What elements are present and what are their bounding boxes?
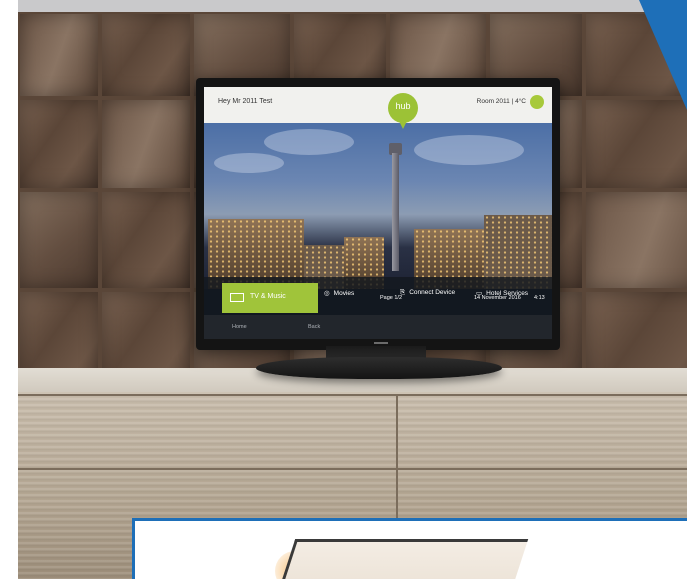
room-info: Room 2011 | 4°C [476, 98, 526, 105]
tv-brand-logo [374, 342, 388, 344]
back-button[interactable]: Back [308, 324, 320, 330]
inset-preview [132, 518, 687, 579]
wall-panel [20, 192, 98, 288]
menu-label: Connect Device [409, 289, 456, 296]
wall-panel [102, 14, 190, 96]
hub-logo: hub [388, 93, 418, 123]
menu-item-connect-device[interactable]: ⎘ Connect Device [400, 289, 455, 297]
cloud [414, 135, 524, 165]
left-margin [0, 0, 18, 579]
home-button[interactable]: Home [232, 324, 247, 330]
menu-item-movies[interactable]: ◎ Movies [324, 289, 354, 297]
tv: Hey Mr 2011 Test Room 2011 | 4°C hub ◎ Mo… [196, 78, 560, 350]
inset-device [274, 539, 529, 579]
top-band [0, 0, 687, 12]
column-monument [392, 153, 399, 271]
wall-panel [102, 192, 190, 288]
cabinet-drawer-line [18, 468, 687, 470]
tv-footer: Home Back Page 1/2 14 November 2016 4:13 [204, 295, 552, 339]
tv-icon [230, 293, 244, 302]
movie-reel-icon: ◎ [324, 290, 330, 297]
wall-panel [20, 100, 98, 188]
tv-stand-base [256, 357, 502, 379]
wall-panel [586, 192, 687, 288]
menu-label: Movies [333, 290, 355, 297]
cabinet-edge [18, 394, 687, 396]
time-label: 4:13 [534, 295, 545, 301]
wall-panel [20, 14, 98, 96]
greeting-text: Hey Mr 2011 Test [218, 98, 273, 105]
wall-panel [586, 100, 687, 188]
date-label: 14 November 2016 [474, 295, 521, 301]
tv-header: Hey Mr 2011 Test Room 2011 | 4°C [204, 87, 552, 123]
tv-screen: Hey Mr 2011 Test Room 2011 | 4°C hub ◎ Mo… [204, 87, 552, 339]
photo-scene: Hey Mr 2011 Test Room 2011 | 4°C hub ◎ Mo… [0, 0, 687, 579]
cloud [214, 153, 284, 173]
wall-panel [102, 100, 190, 188]
cloud [264, 129, 354, 155]
city-photo [204, 123, 552, 289]
page-indicator: Page 1/2 [380, 295, 403, 301]
menu-active-label: TV & Music [250, 293, 286, 300]
weather-icon [530, 95, 544, 109]
